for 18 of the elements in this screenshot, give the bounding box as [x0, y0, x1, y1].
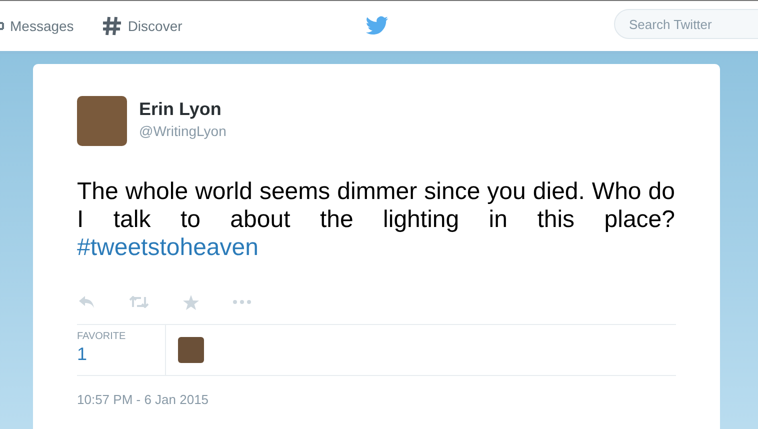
hashtag-link[interactable]: #tweetstoheaven	[77, 234, 258, 261]
avatar-photo-placeholder[interactable]	[178, 337, 204, 363]
hashtag-icon	[102, 16, 122, 36]
stat-count[interactable]: 1	[77, 344, 125, 365]
reply-icon[interactable]	[79, 296, 95, 308]
avatar-photo-placeholder	[77, 96, 127, 146]
timestamp[interactable]: 10:57 PM - 6 Jan 2015	[77, 392, 676, 407]
stat-label: FAVORITE	[77, 331, 125, 342]
nav-link[interactable]: Discover	[102, 16, 182, 36]
star-icon[interactable]	[183, 294, 199, 310]
user-handle[interactable]: @WritingLyon	[139, 123, 226, 139]
retweet-icon[interactable]	[129, 296, 149, 308]
more-icon[interactable]	[233, 300, 251, 304]
search-field[interactable]: Search Twitter	[614, 9, 758, 39]
tweet-text: The whole world seems dimmer since you died. Who do I talk to about the lighting in this place? #tweetstoheaven	[77, 178, 675, 262]
nav-link[interactable]: Messages	[0, 18, 74, 34]
bird-logo-icon	[365, 16, 389, 36]
user-name[interactable]: Erin Lyon	[139, 99, 226, 120]
